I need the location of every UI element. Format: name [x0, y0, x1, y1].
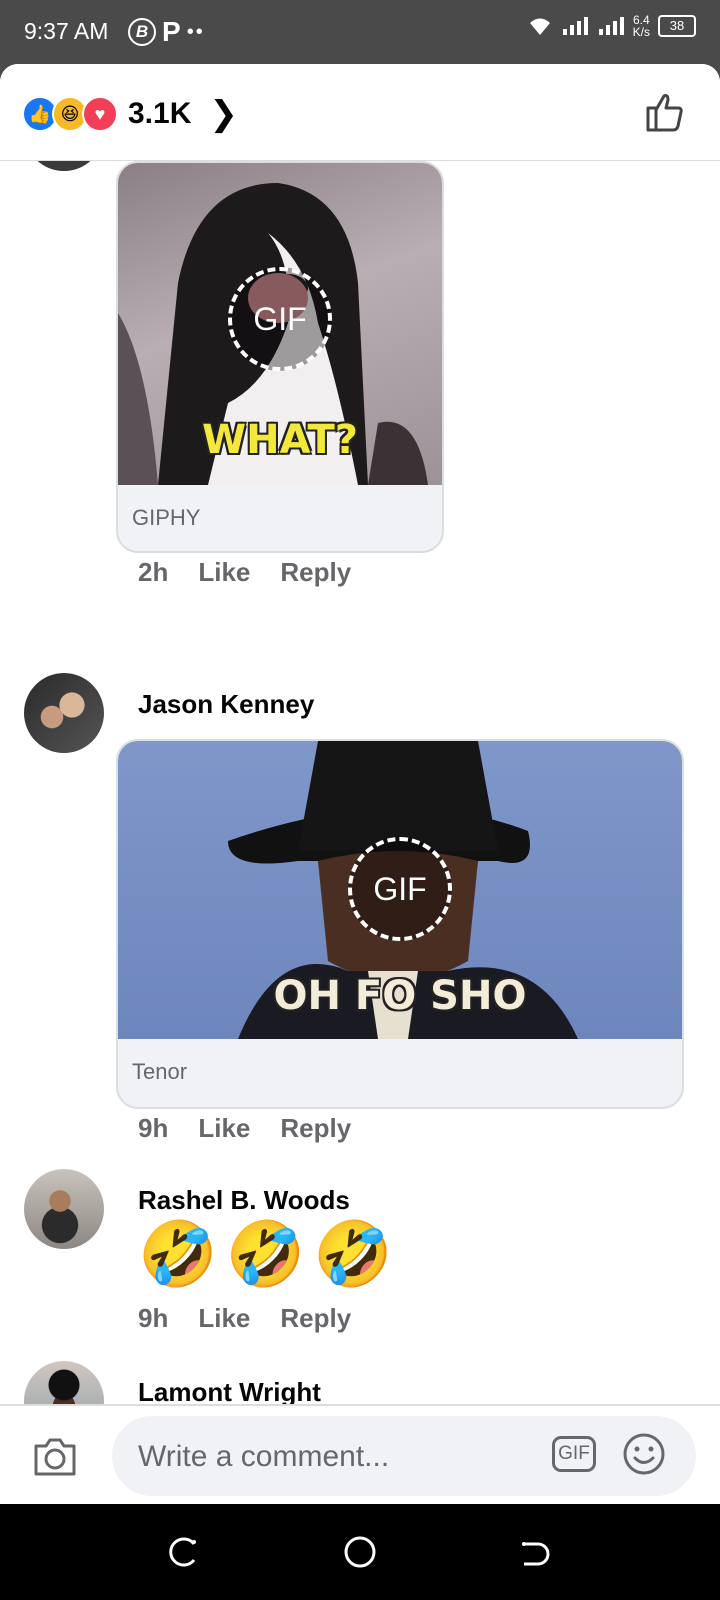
rolling-laughing-emoji: 🤣	[225, 1218, 306, 1290]
smiley-icon[interactable]	[622, 1432, 666, 1476]
gif-image: GIF WHAT?	[118, 163, 442, 485]
battery-level: 38	[669, 18, 685, 33]
camera-icon[interactable]	[30, 1432, 80, 1482]
gif-badge-label: GIF	[373, 870, 427, 907]
comment-time: 2h	[138, 557, 169, 587]
gif-badge-label: GIF	[253, 300, 307, 337]
gif-source: Tenor	[132, 1059, 188, 1084]
chevron-right-icon: ❯	[209, 95, 238, 133]
signal-icon	[562, 17, 588, 35]
comment-actions: 9h Like Reply	[138, 1113, 351, 1144]
back-icon[interactable]	[516, 1534, 552, 1570]
thumbs-up-icon[interactable]	[642, 88, 690, 136]
gif-image: GIF OH FO SHO	[118, 741, 682, 1039]
gif-source: GIPHY	[132, 505, 201, 530]
reply-link[interactable]: Reply	[280, 1113, 351, 1144]
more-notifications-icon: ••	[186, 20, 205, 43]
gif-attachment[interactable]: GIF WHAT? GIPHY	[116, 161, 444, 553]
comment-input[interactable]	[136, 1416, 520, 1498]
comment-actions: 2h Like Reply	[138, 557, 351, 588]
gif-play-badge[interactable]: GIF	[348, 837, 452, 941]
gif-button[interactable]: GIF	[552, 1436, 596, 1472]
comment-time: 9h	[138, 1113, 169, 1143]
like-link[interactable]: Like	[198, 557, 250, 588]
reaction-count: 3.1K	[128, 97, 192, 130]
comment-composer: GIF	[0, 1404, 720, 1506]
rolling-laughing-emoji: 🤣	[313, 1218, 394, 1290]
reply-link[interactable]: Reply	[280, 1303, 351, 1334]
recent-apps-icon[interactable]	[166, 1534, 202, 1570]
gif-attachment[interactable]: GIF OH FO SHO Tenor	[116, 739, 684, 1109]
avatar[interactable]	[24, 161, 104, 171]
wifi-icon	[529, 18, 550, 35]
commenter-name[interactable]: Rashel B. Woods	[138, 1185, 350, 1216]
comments-sheet: 👍 😆 ♥ 3.1K ❯ GIF WHAT? GIPHY 2h Like Rep…	[0, 64, 720, 1504]
gif-caption: OH FO SHO	[273, 973, 527, 1019]
status-right: 6.4 K/s 38	[527, 14, 696, 38]
rolling-laughing-emoji: 🤣	[138, 1218, 218, 1290]
gif-button-label: GIF	[558, 1443, 590, 1464]
p-app-icon: P	[162, 16, 181, 47]
home-icon[interactable]	[342, 1534, 378, 1570]
comment-actions: 9h Like Reply	[138, 1303, 351, 1334]
like-link[interactable]: Like	[198, 1303, 250, 1334]
emoji-reply: 🤣 🤣 🤣	[138, 1217, 393, 1292]
comment-time: 9h	[138, 1303, 169, 1333]
battery-icon: 38	[658, 15, 696, 37]
notification-icons: B P ••	[128, 16, 205, 48]
reactions-summary[interactable]: 👍 😆 ♥ 3.1K ❯	[22, 94, 238, 134]
reply-link[interactable]: Reply	[280, 557, 351, 588]
system-nav-bar	[0, 1504, 720, 1600]
commenter-name[interactable]: Jason Kenney	[138, 689, 314, 720]
love-reaction-icon: ♥	[82, 96, 118, 132]
gif-play-badge[interactable]: GIF	[228, 267, 332, 371]
like-link[interactable]: Like	[198, 1113, 250, 1144]
signal-icon-2	[598, 17, 624, 35]
comment-box: GIF	[112, 1416, 696, 1498]
speed-unit: K/s	[632, 25, 650, 39]
network-speed: 6.4 K/s	[633, 14, 650, 38]
b-app-icon: B	[128, 18, 156, 46]
avatar[interactable]	[24, 1169, 104, 1249]
avatar[interactable]	[24, 673, 104, 753]
status-time: 9:37 AM	[24, 18, 109, 44]
sheet-header: 👍 😆 ♥ 3.1K ❯	[0, 64, 720, 161]
gif-caption: WHAT?	[202, 417, 358, 463]
status-bar: 9:37 AM B P •• 6.4 K/s 38	[0, 0, 720, 64]
comments-list[interactable]: GIF WHAT? GIPHY 2h Like Reply Jason Kenn…	[0, 161, 720, 1468]
